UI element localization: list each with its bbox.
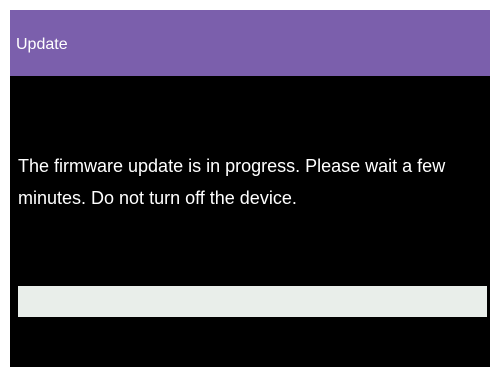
- firmware-progress-bar: [18, 286, 487, 317]
- progress-bar-fill: [18, 286, 487, 317]
- update-status-message: The firmware update is in progress. Plea…: [18, 156, 446, 208]
- page-title: Update: [16, 36, 68, 53]
- update-screen: Update The firmware update is in progres…: [10, 10, 490, 367]
- title-bar: Update: [10, 10, 490, 76]
